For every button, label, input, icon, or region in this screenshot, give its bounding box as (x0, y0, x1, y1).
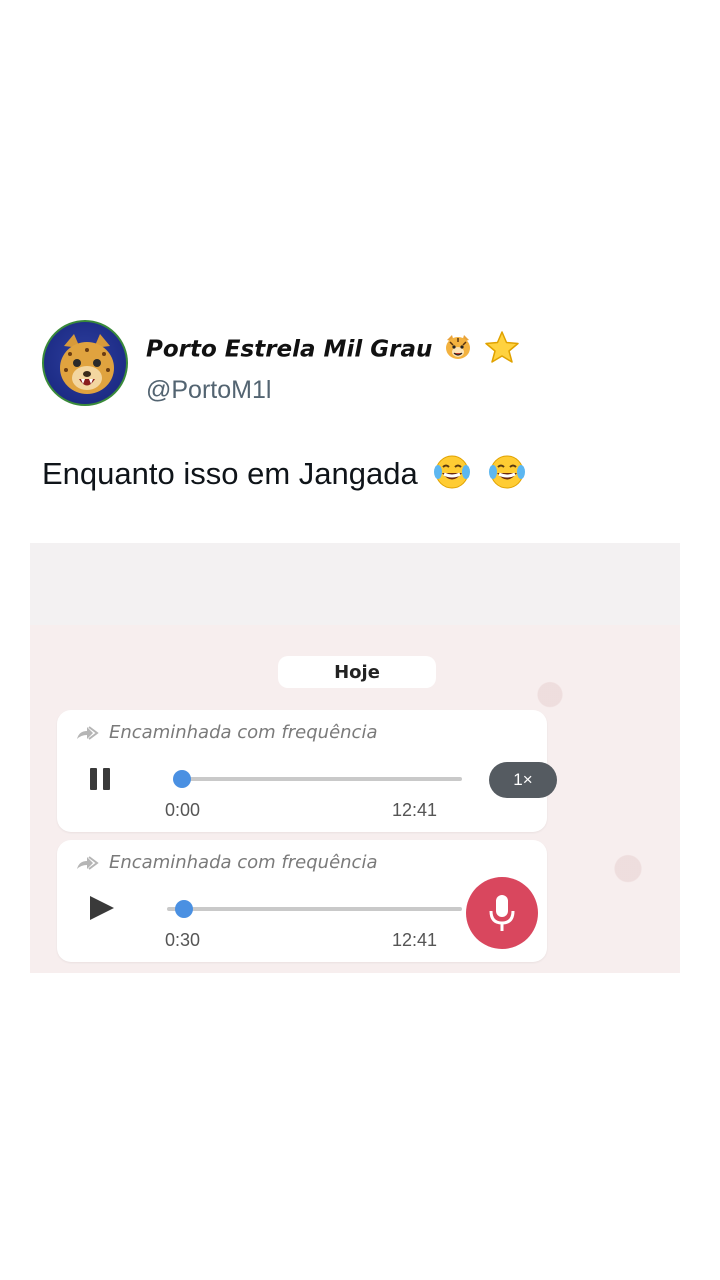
handle[interactable]: @PortoM1l (146, 376, 520, 405)
duration: 12:41 (391, 930, 437, 950)
playback-speed-button[interactable]: 1× (489, 762, 557, 798)
date-separator: Hoje (278, 656, 436, 688)
pause-icon (90, 768, 110, 790)
audio-progress-knob[interactable] (174, 900, 193, 918)
tweet-header: Porto Estrela Mil Grau @PortoM1l (42, 320, 682, 406)
play-icon (90, 896, 114, 920)
tiger-face-emoji-icon (444, 334, 472, 366)
tears-of-joy-emoji-icon (432, 452, 472, 500)
forwarded-icon (75, 855, 101, 871)
forwarded-icon (75, 725, 101, 741)
forwarded-label: Encaminhada com frequência (75, 852, 378, 873)
audio-progress-track[interactable] (167, 900, 462, 918)
tweet-text-body: Enquanto isso em Jangada (42, 456, 418, 492)
current-time: 0:30 (165, 930, 201, 950)
display-name[interactable]: Porto Estrela Mil Grau (146, 330, 520, 370)
audio-progress-knob[interactable] (173, 770, 191, 788)
tears-of-joy-emoji-icon (487, 452, 527, 500)
audio-progress-track[interactable] (173, 770, 462, 788)
display-name-text: Porto Estrela Mil Grau (146, 336, 433, 363)
pause-button[interactable] (87, 765, 115, 793)
forwarded-text: Encaminhada com frequência (109, 722, 378, 743)
current-time: 0:00 (165, 800, 201, 820)
tweet-text: Enquanto isso em Jangada (42, 452, 527, 500)
voice-message: Encaminhada com frequência 0:00 12:41 1× (57, 710, 557, 832)
forwarded-text: Encaminhada com frequência (109, 852, 378, 873)
microphone-icon (489, 895, 515, 931)
avatar[interactable] (42, 320, 128, 406)
play-button[interactable] (87, 894, 115, 922)
record-voice-button[interactable] (466, 877, 538, 949)
tweet-media[interactable]: Hoje Encaminhada com frequência 0:00 12:… (30, 543, 680, 973)
forwarded-label: Encaminhada com frequência (75, 722, 378, 743)
tweet-author: Porto Estrela Mil Grau @PortoM1l (146, 330, 520, 405)
star-emoji-icon (484, 330, 520, 370)
jaguar-logo-icon (60, 334, 114, 394)
duration: 12:41 (391, 800, 437, 820)
